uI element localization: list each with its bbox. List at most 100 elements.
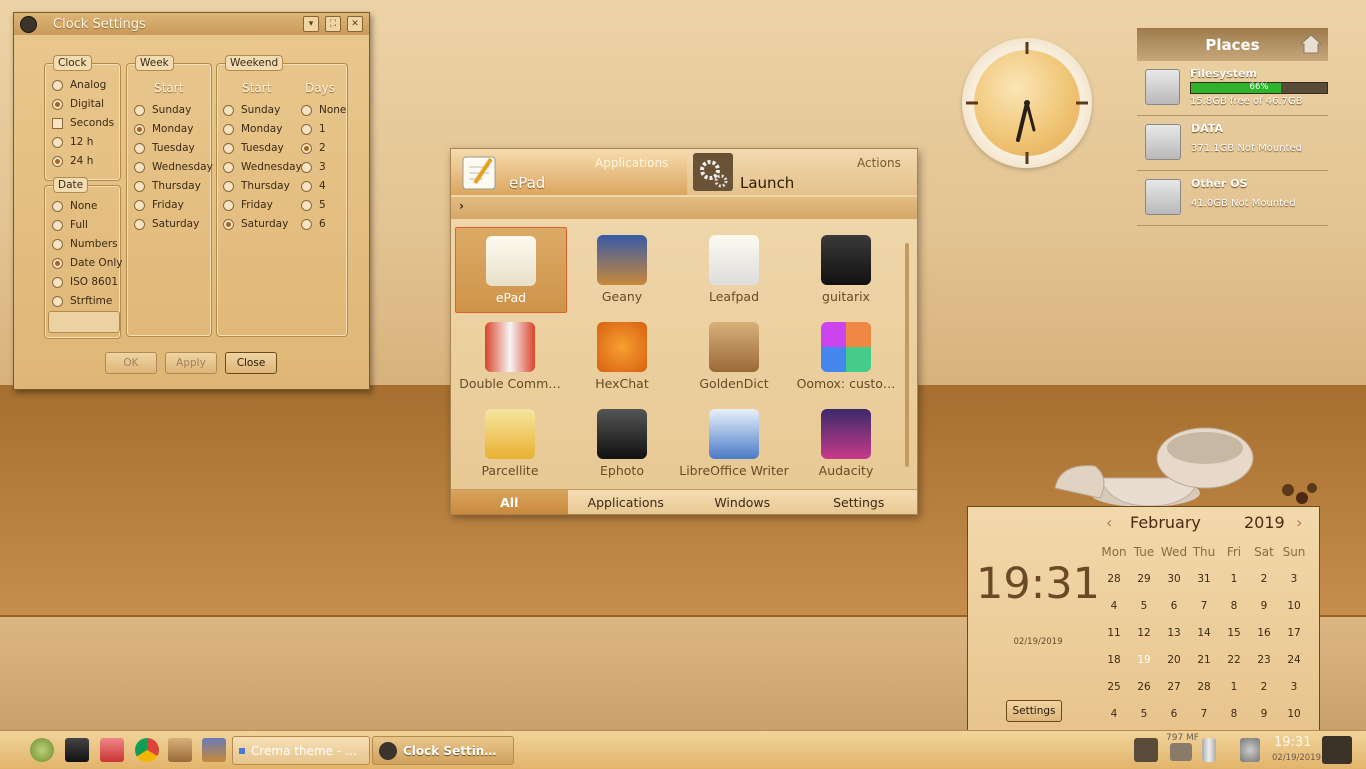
weekend-days-option-3[interactable]: 3 bbox=[301, 161, 326, 173]
calendar-day[interactable]: 3 bbox=[1279, 681, 1309, 693]
calendar-day[interactable]: 1 bbox=[1219, 573, 1249, 585]
home-icon[interactable] bbox=[1300, 33, 1322, 55]
radio-button[interactable] bbox=[301, 180, 312, 192]
radio-button[interactable] bbox=[134, 142, 145, 154]
calendar-day[interactable]: 15 bbox=[1219, 627, 1249, 639]
checkbox[interactable] bbox=[52, 117, 63, 129]
weekend-start-option-0[interactable]: Sunday bbox=[223, 104, 280, 116]
calendar-day[interactable]: 2 bbox=[1249, 573, 1279, 585]
weekend-start-option-3[interactable]: Wednesday bbox=[223, 161, 302, 173]
app-tile[interactable]: Double Comm… bbox=[455, 314, 565, 398]
date-option-5[interactable]: Strftime bbox=[52, 295, 112, 307]
radio-button[interactable] bbox=[301, 161, 312, 173]
date-option-4[interactable]: ISO 8601 bbox=[52, 276, 118, 288]
clock-option-4[interactable]: 24 h bbox=[52, 155, 93, 167]
tab-windows[interactable]: Windows bbox=[684, 490, 801, 514]
app-tile[interactable]: HexChat bbox=[567, 314, 677, 398]
calendar-day[interactable]: 17 bbox=[1279, 627, 1309, 639]
week-start-option-5[interactable]: Friday bbox=[134, 199, 184, 211]
calendar-day[interactable]: 4 bbox=[1099, 708, 1129, 720]
calendar-day[interactable]: 11 bbox=[1099, 627, 1129, 639]
ok-button[interactable]: OK bbox=[105, 352, 157, 374]
calendar-day[interactable]: 6 bbox=[1159, 708, 1189, 720]
radio-button[interactable] bbox=[223, 218, 234, 230]
window-menu-button[interactable]: ▾ bbox=[303, 16, 319, 32]
calendar-day-today[interactable]: 19 bbox=[1129, 654, 1159, 666]
weekend-days-option-6[interactable]: 6 bbox=[301, 218, 326, 230]
tab-settings[interactable]: Settings bbox=[801, 490, 918, 514]
radio-button[interactable] bbox=[301, 199, 312, 211]
date-option-1[interactable]: Full bbox=[52, 219, 88, 231]
tab-applications[interactable]: Applications bbox=[568, 490, 685, 514]
clipboard-icon[interactable] bbox=[1322, 736, 1352, 764]
radio-button[interactable] bbox=[52, 200, 63, 212]
weekend-days-option-2[interactable]: 2 bbox=[301, 142, 326, 154]
calendar-day[interactable]: 1 bbox=[1219, 681, 1249, 693]
calendar-day[interactable]: 31 bbox=[1189, 573, 1219, 585]
weekend-start-option-1[interactable]: Monday bbox=[223, 123, 282, 135]
window-titlebar[interactable]: Clock Settings ▾ ⛶ ✕ bbox=[14, 13, 369, 35]
calendar-day[interactable]: 10 bbox=[1279, 600, 1309, 612]
radio-button[interactable] bbox=[134, 123, 145, 135]
calendar-day[interactable]: 6 bbox=[1159, 600, 1189, 612]
geany-icon[interactable] bbox=[202, 738, 226, 762]
task-clock-settings[interactable]: Clock Settin… bbox=[372, 736, 514, 765]
radio-button[interactable] bbox=[52, 98, 63, 110]
calendar-day[interactable]: 20 bbox=[1159, 654, 1189, 666]
radio-button[interactable] bbox=[52, 276, 63, 288]
calendar-day[interactable]: 3 bbox=[1279, 573, 1309, 585]
radio-button[interactable] bbox=[223, 199, 234, 211]
cpu-monitor-icon[interactable] bbox=[1134, 738, 1158, 762]
calendar-day[interactable]: 18 bbox=[1099, 654, 1129, 666]
date-option-0[interactable]: None bbox=[52, 200, 97, 212]
app-tile[interactable]: Parcellite bbox=[455, 401, 565, 485]
calendar-day[interactable]: 22 bbox=[1219, 654, 1249, 666]
calendar-day[interactable]: 26 bbox=[1129, 681, 1159, 693]
calendar-day[interactable]: 13 bbox=[1159, 627, 1189, 639]
task-crema-theme[interactable]: Crema theme - … bbox=[232, 736, 370, 765]
app-tile[interactable]: Ephoto bbox=[567, 401, 677, 485]
strftime-format-input[interactable] bbox=[48, 311, 120, 333]
radio-button[interactable] bbox=[223, 161, 234, 173]
window-maximize-button[interactable]: ⛶ bbox=[325, 16, 341, 32]
radio-button[interactable] bbox=[134, 180, 145, 192]
calendar-day[interactable]: 24 bbox=[1279, 654, 1309, 666]
calendar-day[interactable]: 5 bbox=[1129, 600, 1159, 612]
calendar-day[interactable]: 9 bbox=[1249, 600, 1279, 612]
launcher-breadcrumb[interactable]: › bbox=[451, 197, 917, 219]
clock-option-0[interactable]: Analog bbox=[52, 79, 106, 91]
calendar-day[interactable]: 4 bbox=[1099, 600, 1129, 612]
window-close-button[interactable]: ✕ bbox=[347, 16, 363, 32]
microphone-icon[interactable] bbox=[1240, 738, 1260, 762]
calendar-day[interactable]: 23 bbox=[1249, 654, 1279, 666]
calendar-settings-button[interactable]: Settings bbox=[1006, 700, 1062, 722]
radio-button[interactable] bbox=[134, 104, 145, 116]
date-option-2[interactable]: Numbers bbox=[52, 238, 118, 250]
radio-button[interactable] bbox=[301, 104, 312, 116]
taskbar-time[interactable]: 19:31 bbox=[1274, 735, 1311, 750]
calendar-day[interactable]: 16 bbox=[1249, 627, 1279, 639]
close-button[interactable]: Close bbox=[225, 352, 277, 374]
calendar-day[interactable]: 7 bbox=[1189, 708, 1219, 720]
week-start-option-1[interactable]: Monday bbox=[134, 123, 193, 135]
clock-option-3[interactable]: 12 h bbox=[52, 136, 93, 148]
terminal-icon[interactable] bbox=[65, 738, 89, 762]
trash-icon[interactable] bbox=[1202, 738, 1216, 762]
week-start-option-4[interactable]: Thursday bbox=[134, 180, 201, 192]
app-tile[interactable]: LibreOffice Writer bbox=[679, 401, 789, 485]
radio-button[interactable] bbox=[223, 142, 234, 154]
app-tile[interactable]: guitarix bbox=[791, 227, 901, 311]
calendar-day[interactable]: 7 bbox=[1189, 600, 1219, 612]
chrome-icon[interactable] bbox=[135, 738, 159, 762]
weekend-start-option-2[interactable]: Tuesday bbox=[223, 142, 284, 154]
place-data[interactable]: DATA 371.1GB Not Mounted bbox=[1137, 116, 1328, 171]
week-start-option-6[interactable]: Saturday bbox=[134, 218, 199, 230]
radio-button[interactable] bbox=[52, 219, 63, 231]
tab-all[interactable]: All bbox=[451, 490, 568, 514]
calendar-day[interactable]: 14 bbox=[1189, 627, 1219, 639]
app-tile[interactable]: ePad bbox=[455, 227, 567, 313]
radio-button[interactable] bbox=[223, 123, 234, 135]
radio-button[interactable] bbox=[52, 238, 63, 250]
apply-button[interactable]: Apply bbox=[165, 352, 217, 374]
goldendict-icon[interactable] bbox=[168, 738, 192, 762]
